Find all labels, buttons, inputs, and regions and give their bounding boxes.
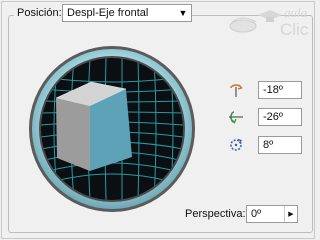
position-select-value: Despl-Eje frontal bbox=[67, 7, 149, 19]
perspective-value[interactable]: 0º bbox=[247, 208, 284, 220]
rotation-z-row bbox=[226, 135, 246, 155]
perspective-stepper[interactable]: 0º ▶ bbox=[246, 205, 298, 223]
position-select[interactable]: Despl-Eje frontal ▼ bbox=[62, 4, 192, 22]
watermark-word-1: aula bbox=[284, 5, 308, 20]
rotation-x-input[interactable]: -18º bbox=[258, 81, 302, 99]
watermark-word-2: Clic bbox=[280, 20, 309, 38]
rotation-y-input[interactable]: -26º bbox=[258, 108, 302, 126]
rotation-x-row bbox=[226, 80, 246, 100]
rotate-z-icon bbox=[226, 136, 246, 154]
perspective-label: Perspectiva: bbox=[185, 208, 246, 220]
rotation-dial[interactable] bbox=[28, 45, 196, 213]
rotate-x-icon bbox=[226, 81, 246, 99]
aulaclic-watermark: aula Clic bbox=[226, 0, 316, 39]
rotate-y-icon bbox=[226, 108, 246, 126]
rotation-z-input[interactable]: 8º bbox=[258, 136, 302, 154]
chevron-down-icon[interactable]: ▼ bbox=[175, 5, 191, 21]
position-label: Posición: bbox=[14, 7, 65, 19]
rotation-y-row bbox=[226, 107, 246, 127]
cube-preview bbox=[55, 81, 132, 171]
chevron-right-icon[interactable]: ▶ bbox=[284, 206, 297, 222]
